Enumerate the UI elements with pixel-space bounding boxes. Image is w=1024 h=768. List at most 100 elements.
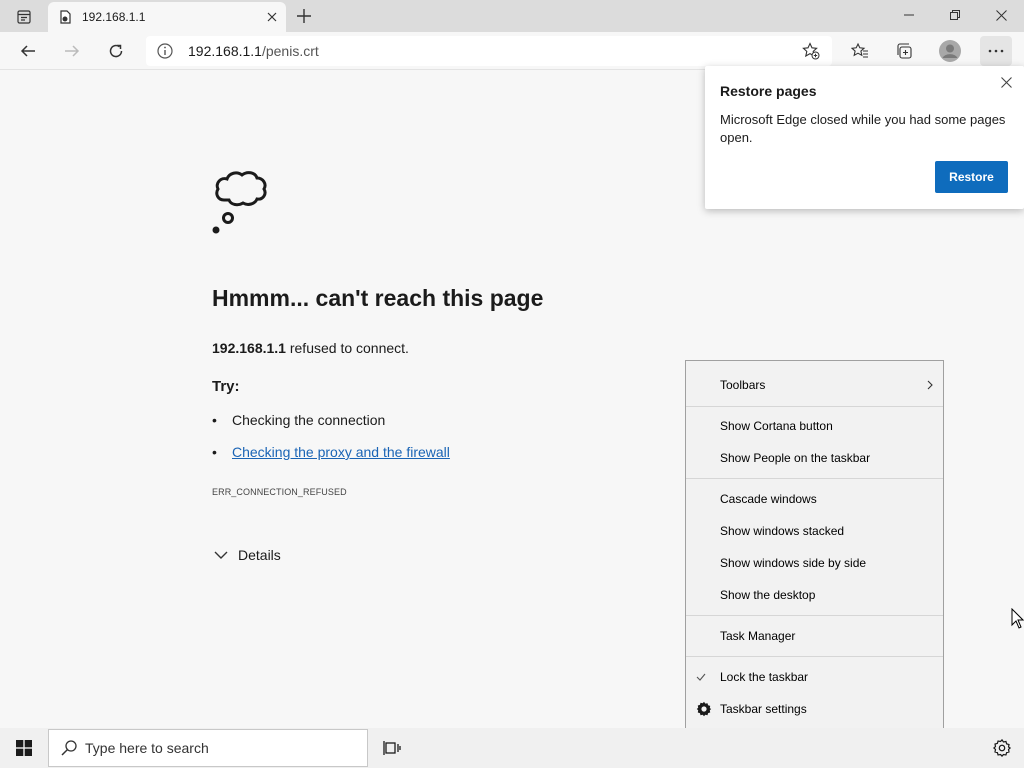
menu-item-toolbars[interactable]: Toolbars: [686, 371, 943, 399]
taskbar-search-box[interactable]: Type here to search: [48, 729, 368, 767]
details-toggle[interactable]: Details: [214, 547, 281, 563]
error-title: Hmmm... can't reach this page: [212, 285, 544, 311]
menu-item-show-desktop[interactable]: Show the desktop: [686, 581, 943, 609]
avatar-icon: [939, 40, 961, 62]
menu-item-taskbar-settings[interactable]: Taskbar settings: [686, 695, 943, 723]
close-icon: [995, 9, 1007, 21]
menu-item-label: Show Cortana button: [720, 419, 833, 433]
close-icon: [1000, 76, 1012, 88]
try-label: Try:: [212, 378, 240, 395]
address-host: 192.168.1.1: [188, 43, 262, 59]
menu-item-show-cortana[interactable]: Show Cortana button: [686, 412, 943, 440]
menu-item-label: Show windows side by side: [720, 556, 867, 570]
more-icon: [988, 49, 1004, 53]
error-host: 192.168.1.1: [212, 340, 286, 356]
error-code: ERR_CONNECTION_REFUSED: [212, 487, 347, 497]
favorites-button[interactable]: [845, 36, 875, 66]
close-window-button[interactable]: [978, 0, 1024, 30]
tab-title: 192.168.1.1: [82, 10, 146, 24]
menu-item-task-manager[interactable]: Task Manager: [686, 622, 943, 650]
address-bar[interactable]: 192.168.1.1/penis.crt: [146, 36, 832, 66]
add-favorite-button[interactable]: [796, 36, 826, 66]
favorites-icon: [851, 42, 868, 58]
tray-settings-icon[interactable]: [990, 736, 1014, 760]
menu-item-cascade-windows[interactable]: Cascade windows: [686, 485, 943, 513]
collections-button[interactable]: [889, 36, 919, 66]
tab-actions-menu-button[interactable]: [8, 6, 40, 28]
refresh-button[interactable]: [101, 36, 131, 66]
address-path: /penis.crt: [261, 43, 319, 59]
menu-item-label: Toolbars: [720, 378, 766, 392]
taskbar: Type here to search: [0, 728, 1024, 768]
mouse-cursor-icon: [1011, 607, 1024, 634]
new-tab-button[interactable]: [290, 3, 318, 29]
browser-tab[interactable]: 192.168.1.1: [48, 2, 286, 32]
star-add-icon: [802, 42, 820, 60]
restore-button[interactable]: Restore: [935, 161, 1008, 193]
gear-icon: [696, 701, 712, 717]
tab-close-button[interactable]: [258, 3, 286, 31]
start-button[interactable]: [0, 728, 48, 768]
restore-popup-close-button[interactable]: [996, 72, 1016, 92]
restore-window-icon: [950, 10, 960, 20]
menu-separator: [686, 656, 943, 657]
suggestion-item: • Checking the connection: [212, 412, 385, 428]
menu-item-windows-side-by-side[interactable]: Show windows side by side: [686, 549, 943, 577]
tab-favicon-icon: [60, 10, 71, 24]
taskbar-context-menu: Toolbars Show Cortana button Show People…: [685, 360, 944, 734]
search-placeholder: Type here to search: [85, 740, 209, 756]
menu-item-windows-stacked[interactable]: Show windows stacked: [686, 517, 943, 545]
profile-button[interactable]: [935, 36, 965, 66]
menu-item-label: Taskbar settings: [720, 702, 807, 716]
proxy-firewall-link[interactable]: Checking the proxy and the firewall: [232, 444, 450, 460]
restore-popup-title: Restore pages: [720, 83, 817, 99]
suggestion-text: Checking the connection: [232, 412, 386, 428]
menu-item-label: Show the desktop: [720, 588, 816, 602]
thought-cloud-icon: [210, 160, 290, 245]
suggestion-item: • Checking the proxy and the firewall: [212, 444, 450, 460]
chevron-right-icon: [927, 380, 933, 390]
close-icon: [267, 12, 277, 22]
checkmark-icon: [696, 673, 706, 681]
menu-item-lock-taskbar[interactable]: Lock the taskbar: [686, 663, 943, 691]
search-icon: [61, 740, 77, 756]
task-view-button[interactable]: [372, 728, 412, 768]
task-view-icon: [383, 741, 401, 755]
menu-item-label: Cascade windows: [720, 492, 817, 506]
tab-actions-icon: [17, 10, 31, 24]
address-url: 192.168.1.1/penis.crt: [188, 43, 319, 59]
menu-separator: [686, 406, 943, 407]
tab-strip: 192.168.1.1: [0, 0, 1024, 32]
menu-item-label: Show windows stacked: [720, 524, 845, 538]
error-message-rest: refused to connect.: [285, 340, 409, 356]
restore-window-button[interactable]: [932, 0, 978, 30]
gear-icon: [993, 739, 1011, 757]
bullet: •: [212, 444, 217, 460]
info-icon: [157, 43, 173, 59]
chevron-down-icon: [214, 551, 228, 559]
settings-more-button[interactable]: [980, 36, 1012, 66]
menu-item-label: Task Manager: [720, 629, 796, 643]
collections-icon: [897, 43, 912, 59]
menu-item-show-people[interactable]: Show People on the taskbar: [686, 444, 943, 472]
menu-separator: [686, 478, 943, 479]
plus-icon: [297, 9, 311, 23]
site-info-button[interactable]: [146, 36, 184, 66]
restore-pages-popup: Restore pages Microsoft Edge closed whil…: [705, 66, 1024, 209]
forward-button[interactable]: [57, 36, 87, 66]
refresh-icon: [109, 44, 123, 58]
minimize-icon: [904, 14, 914, 16]
menu-item-label: Lock the taskbar: [720, 670, 809, 684]
menu-item-label: Show People on the taskbar: [720, 451, 871, 465]
menu-separator: [686, 615, 943, 616]
browser-toolbar: 192.168.1.1/penis.crt: [0, 32, 1024, 70]
back-button[interactable]: [13, 36, 43, 66]
minimize-button[interactable]: [886, 0, 932, 30]
restore-popup-body: Microsoft Edge closed while you had some…: [720, 112, 1006, 145]
error-message: 192.168.1.1 refused to connect.: [212, 340, 409, 356]
details-label: Details: [238, 547, 281, 563]
arrow-right-icon: [65, 45, 80, 57]
windows-logo-icon: [16, 740, 32, 756]
bullet: •: [212, 412, 217, 428]
arrow-left-icon: [20, 45, 35, 57]
